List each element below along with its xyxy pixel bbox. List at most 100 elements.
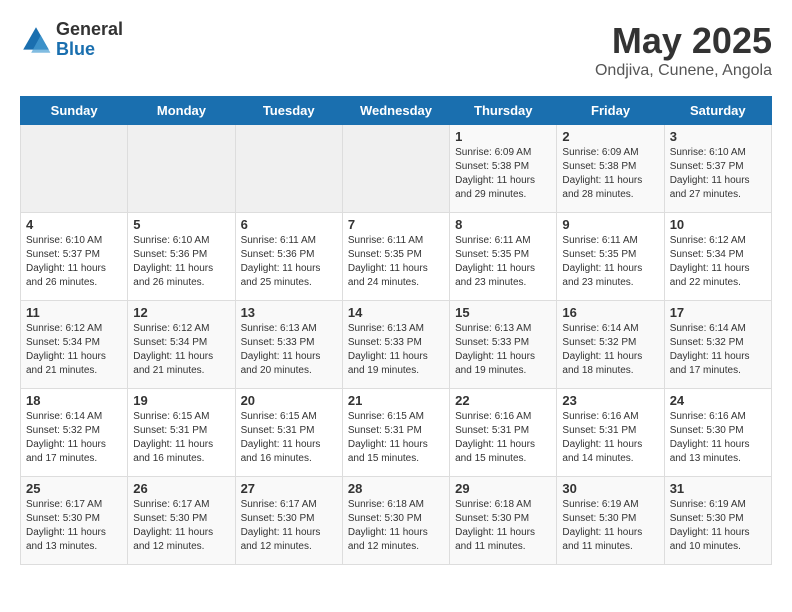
cell-info: Sunset: 5:33 PM	[241, 336, 337, 350]
cell-info: Sunrise: 6:17 AM	[241, 498, 337, 512]
day-number: 20	[241, 393, 337, 408]
header-row: SundayMondayTuesdayWednesdayThursdayFrid…	[21, 97, 772, 125]
cell-info: Sunrise: 6:14 AM	[670, 322, 766, 336]
header-day-sunday: Sunday	[21, 97, 128, 125]
cell-info: Sunrise: 6:14 AM	[26, 410, 122, 424]
day-number: 23	[562, 393, 658, 408]
cell-info: Sunrise: 6:13 AM	[455, 322, 551, 336]
calendar-table: SundayMondayTuesdayWednesdayThursdayFrid…	[20, 96, 772, 565]
cell-info: Sunset: 5:33 PM	[455, 336, 551, 350]
cell-info: Daylight: 11 hours and 13 minutes.	[26, 526, 122, 554]
cell-info: Sunset: 5:30 PM	[455, 512, 551, 526]
cell-info: Sunrise: 6:09 AM	[562, 146, 658, 160]
cell-info: Daylight: 11 hours and 21 minutes.	[133, 350, 229, 378]
calendar-title: May 2025	[595, 20, 772, 62]
cell-info: Daylight: 11 hours and 19 minutes.	[455, 350, 551, 378]
cell-info: Sunset: 5:32 PM	[562, 336, 658, 350]
cell-info: Sunrise: 6:15 AM	[348, 410, 444, 424]
day-number: 15	[455, 305, 551, 320]
cell-info: Sunset: 5:34 PM	[133, 336, 229, 350]
cell-info: Sunrise: 6:16 AM	[455, 410, 551, 424]
cell-info: Sunset: 5:30 PM	[348, 512, 444, 526]
page-header: General Blue May 2025 Ondjiva, Cunene, A…	[20, 20, 772, 80]
calendar-week-1: 1Sunrise: 6:09 AMSunset: 5:38 PMDaylight…	[21, 125, 772, 213]
day-number: 2	[562, 129, 658, 144]
cell-info: Daylight: 11 hours and 18 minutes.	[562, 350, 658, 378]
calendar-cell: 3Sunrise: 6:10 AMSunset: 5:37 PMDaylight…	[664, 125, 771, 213]
calendar-week-5: 25Sunrise: 6:17 AMSunset: 5:30 PMDayligh…	[21, 477, 772, 565]
cell-info: Daylight: 11 hours and 29 minutes.	[455, 174, 551, 202]
cell-info: Sunset: 5:35 PM	[348, 248, 444, 262]
calendar-cell: 31Sunrise: 6:19 AMSunset: 5:30 PMDayligh…	[664, 477, 771, 565]
calendar-cell: 30Sunrise: 6:19 AMSunset: 5:30 PMDayligh…	[557, 477, 664, 565]
calendar-cell	[235, 125, 342, 213]
cell-info: Sunset: 5:33 PM	[348, 336, 444, 350]
cell-info: Sunset: 5:30 PM	[241, 512, 337, 526]
cell-info: Sunrise: 6:15 AM	[241, 410, 337, 424]
cell-info: Sunrise: 6:19 AM	[670, 498, 766, 512]
cell-info: Daylight: 11 hours and 16 minutes.	[241, 438, 337, 466]
day-number: 25	[26, 481, 122, 496]
cell-info: Daylight: 11 hours and 13 minutes.	[670, 438, 766, 466]
cell-info: Daylight: 11 hours and 21 minutes.	[26, 350, 122, 378]
cell-info: Sunrise: 6:13 AM	[241, 322, 337, 336]
cell-info: Daylight: 11 hours and 25 minutes.	[241, 262, 337, 290]
cell-info: Daylight: 11 hours and 28 minutes.	[562, 174, 658, 202]
header-day-wednesday: Wednesday	[342, 97, 449, 125]
calendar-cell: 24Sunrise: 6:16 AMSunset: 5:30 PMDayligh…	[664, 389, 771, 477]
header-day-saturday: Saturday	[664, 97, 771, 125]
cell-info: Sunrise: 6:16 AM	[562, 410, 658, 424]
calendar-header: SundayMondayTuesdayWednesdayThursdayFrid…	[21, 97, 772, 125]
logo-icon	[20, 24, 52, 56]
day-number: 6	[241, 217, 337, 232]
day-number: 22	[455, 393, 551, 408]
cell-info: Daylight: 11 hours and 12 minutes.	[348, 526, 444, 554]
calendar-cell: 17Sunrise: 6:14 AMSunset: 5:32 PMDayligh…	[664, 301, 771, 389]
cell-info: Sunrise: 6:09 AM	[455, 146, 551, 160]
day-number: 24	[670, 393, 766, 408]
day-number: 28	[348, 481, 444, 496]
cell-info: Sunrise: 6:18 AM	[455, 498, 551, 512]
cell-info: Sunset: 5:35 PM	[455, 248, 551, 262]
day-number: 5	[133, 217, 229, 232]
cell-info: Sunrise: 6:11 AM	[241, 234, 337, 248]
cell-info: Daylight: 11 hours and 11 minutes.	[455, 526, 551, 554]
calendar-cell	[128, 125, 235, 213]
cell-info: Sunset: 5:38 PM	[455, 160, 551, 174]
cell-info: Sunset: 5:31 PM	[455, 424, 551, 438]
calendar-cell: 22 Sunrise: 6:16 AMSunset: 5:31 PMDayligh…	[450, 389, 557, 477]
calendar-cell: 27Sunrise: 6:17 AMSunset: 5:30 PMDayligh…	[235, 477, 342, 565]
calendar-cell: 7Sunrise: 6:11 AMSunset: 5:35 PMDaylight…	[342, 213, 449, 301]
cell-info: Sunset: 5:30 PM	[26, 512, 122, 526]
day-number: 7	[348, 217, 444, 232]
cell-info: Sunrise: 6:11 AM	[348, 234, 444, 248]
day-number: 10	[670, 217, 766, 232]
calendar-cell: 2Sunrise: 6:09 AMSunset: 5:38 PMDaylight…	[557, 125, 664, 213]
cell-info: Daylight: 11 hours and 26 minutes.	[133, 262, 229, 290]
day-number: 11	[26, 305, 122, 320]
cell-info: Daylight: 11 hours and 16 minutes.	[133, 438, 229, 466]
cell-info: Daylight: 11 hours and 15 minutes.	[455, 438, 551, 466]
day-number: 21	[348, 393, 444, 408]
cell-info: Sunset: 5:36 PM	[133, 248, 229, 262]
cell-info: Daylight: 11 hours and 17 minutes.	[26, 438, 122, 466]
calendar-cell: 23Sunrise: 6:16 AMSunset: 5:31 PMDayligh…	[557, 389, 664, 477]
cell-info: Sunrise: 6:17 AM	[133, 498, 229, 512]
cell-info: Sunrise: 6:11 AM	[562, 234, 658, 248]
calendar-cell: 15 Sunrise: 6:13 AMSunset: 5:33 PMDayligh…	[450, 301, 557, 389]
calendar-cell: 26Sunrise: 6:17 AMSunset: 5:30 PMDayligh…	[128, 477, 235, 565]
calendar-cell: 11Sunrise: 6:12 AMSunset: 5:34 PMDayligh…	[21, 301, 128, 389]
day-number: 9	[562, 217, 658, 232]
calendar-cell	[342, 125, 449, 213]
cell-info: Sunset: 5:32 PM	[26, 424, 122, 438]
day-number: 13	[241, 305, 337, 320]
cell-info: Daylight: 11 hours and 23 minutes.	[562, 262, 658, 290]
day-number: 4	[26, 217, 122, 232]
cell-info: Sunset: 5:37 PM	[670, 160, 766, 174]
header-day-tuesday: Tuesday	[235, 97, 342, 125]
calendar-cell: 21Sunrise: 6:15 AMSunset: 5:31 PMDayligh…	[342, 389, 449, 477]
cell-info: Sunset: 5:30 PM	[133, 512, 229, 526]
calendar-cell: 5Sunrise: 6:10 AMSunset: 5:36 PMDaylight…	[128, 213, 235, 301]
header-day-thursday: Thursday	[450, 97, 557, 125]
cell-info: Sunrise: 6:10 AM	[26, 234, 122, 248]
